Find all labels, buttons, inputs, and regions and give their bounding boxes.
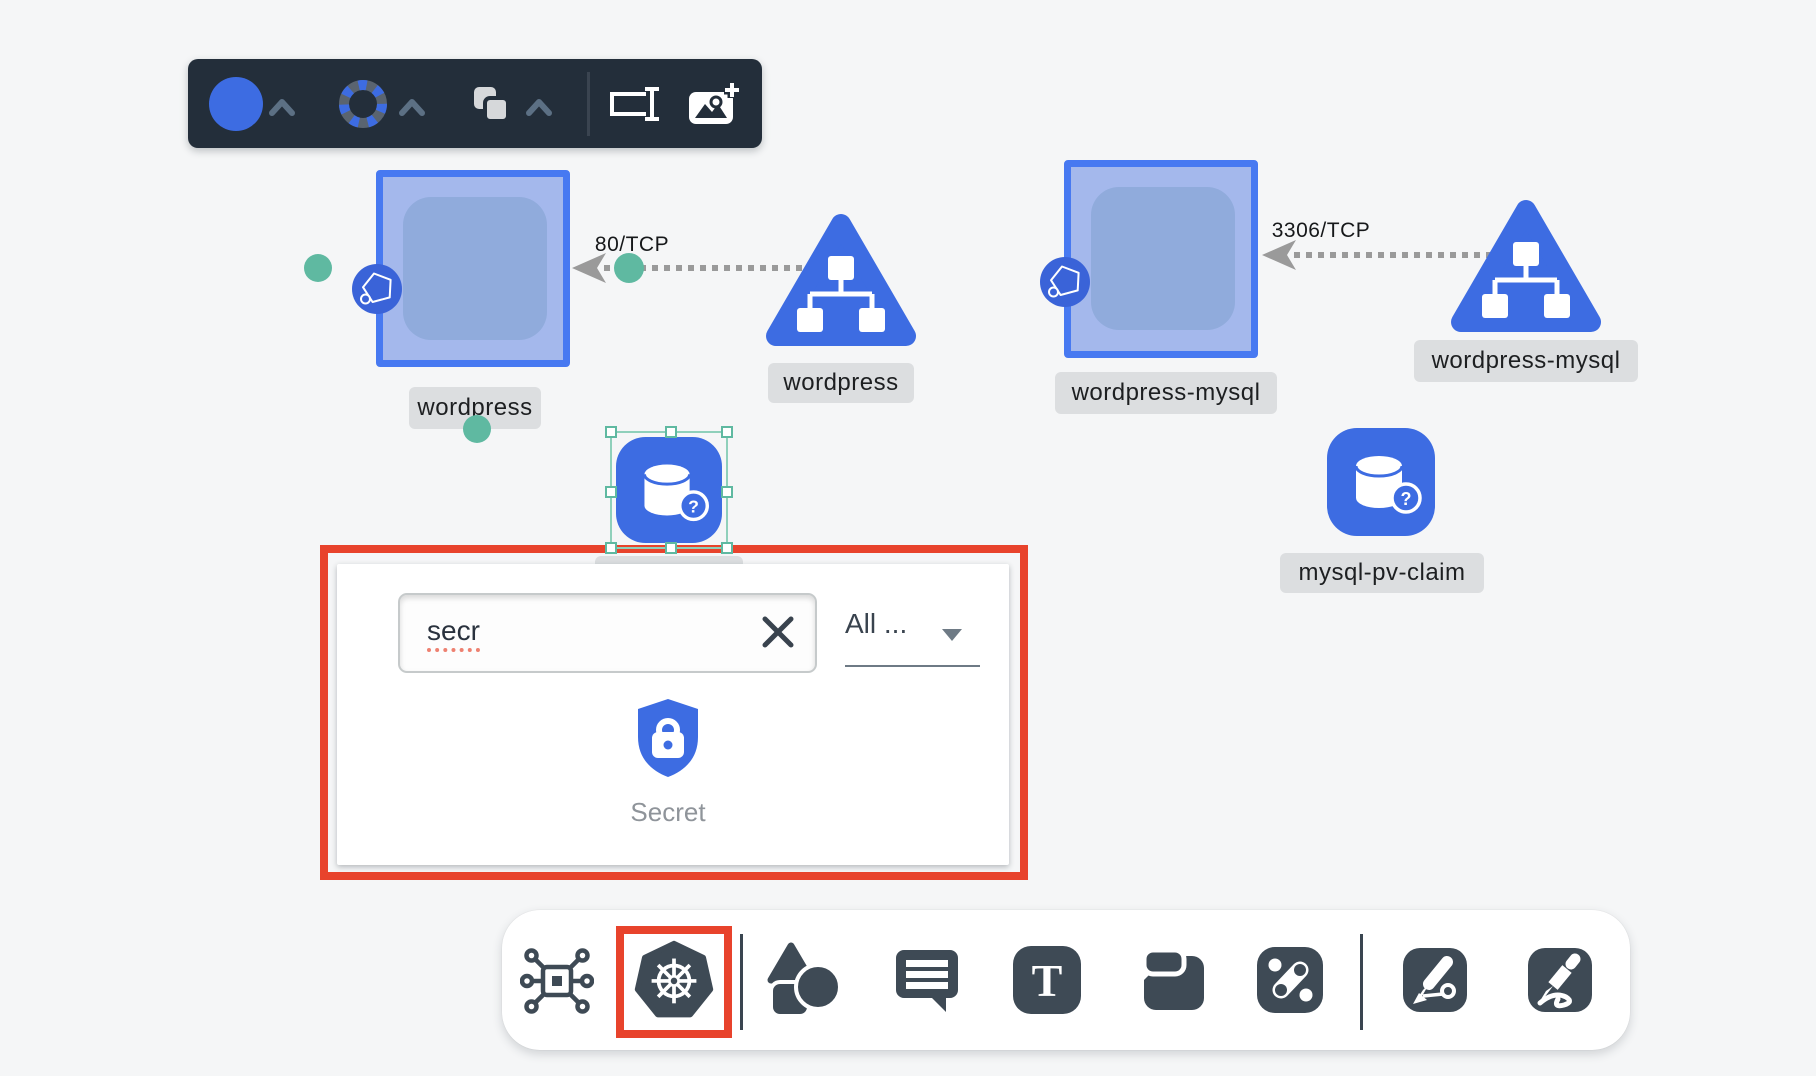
replace-image-icon[interactable]	[687, 80, 741, 128]
resize-handle-e[interactable]	[721, 486, 733, 498]
toolbar-divider	[740, 934, 743, 1030]
filter-underline	[845, 665, 980, 667]
pen-icon[interactable]	[1401, 946, 1469, 1014]
svg-text:T: T	[1032, 955, 1063, 1006]
service-label: wordpress	[768, 363, 914, 403]
resize-handle-n[interactable]	[665, 426, 677, 438]
toolbar-divider	[1360, 934, 1363, 1030]
resize-handle-ne[interactable]	[721, 426, 733, 438]
service-label: wordpress-mysql	[1414, 340, 1638, 382]
chevron-up-icon[interactable]	[398, 97, 426, 117]
edge-arrowhead-icon	[572, 253, 606, 283]
deployment-node-wordpress[interactable]	[376, 170, 570, 367]
chevron-up-icon[interactable]	[268, 97, 296, 117]
pvc-label: mysql-pv-claim	[1280, 553, 1484, 593]
fill-color-icon[interactable]	[209, 77, 263, 131]
edge-arrowhead-icon	[1262, 240, 1296, 270]
pod-badge-icon[interactable]	[352, 264, 402, 314]
edge-port-label: 3306/TCP	[1251, 219, 1391, 243]
connection-point[interactable]	[463, 415, 491, 443]
kubernetes-icon[interactable]	[632, 938, 716, 1022]
replicaset-shape	[1091, 187, 1235, 330]
svg-text:?: ?	[1401, 489, 1412, 509]
clear-icon[interactable]	[760, 614, 796, 650]
replicaset-shape	[403, 197, 547, 340]
search-result-label[interactable]: Secret	[568, 797, 768, 828]
chevron-down-icon[interactable]	[940, 627, 964, 642]
resize-handle-nw[interactable]	[605, 426, 617, 438]
auto-diagram-icon[interactable]	[520, 944, 594, 1018]
category-filter-select[interactable]: All ...	[845, 608, 907, 640]
shapes-icon[interactable]	[765, 942, 843, 1020]
copy-style-icon[interactable]	[471, 84, 511, 124]
connector-icon[interactable]	[1255, 945, 1325, 1015]
resize-handle-s[interactable]	[665, 542, 677, 554]
pvc-node-mysql-pv-claim[interactable]: ?	[1327, 428, 1435, 536]
comment-icon[interactable]	[892, 946, 962, 1014]
toolbar-divider	[587, 72, 590, 136]
ring-style-icon[interactable]	[335, 76, 391, 132]
resize-handle-sw[interactable]	[605, 542, 617, 554]
search-input[interactable]: secr	[398, 593, 817, 673]
deployment-label: wordpress-mysql	[1055, 372, 1277, 414]
edge-endpoint[interactable]	[614, 253, 644, 283]
resize-handle-w[interactable]	[605, 486, 617, 498]
resize-handle-se[interactable]	[721, 542, 733, 554]
secret-shield-icon[interactable]	[632, 697, 704, 779]
selection-box	[610, 431, 728, 549]
rename-icon[interactable]	[609, 85, 663, 123]
highlighter-icon[interactable]	[1526, 946, 1594, 1014]
service-node-wordpress-mysql[interactable]	[1451, 198, 1601, 334]
frame-icon[interactable]	[1138, 944, 1210, 1016]
service-node-wordpress[interactable]	[766, 212, 916, 348]
pod-badge-icon[interactable]	[1040, 257, 1090, 307]
whiteboard-canvas[interactable]: wordpress 80/TCP wordpress wordpress-mys…	[0, 0, 1816, 1076]
deployment-node-wordpress-mysql[interactable]	[1064, 160, 1258, 358]
connection-point[interactable]	[304, 254, 332, 282]
search-query-text: secr	[427, 615, 480, 652]
edge-port-label: 80/TCP	[562, 233, 702, 257]
chevron-up-icon[interactable]	[525, 97, 553, 117]
text-icon[interactable]: T	[1011, 944, 1083, 1016]
